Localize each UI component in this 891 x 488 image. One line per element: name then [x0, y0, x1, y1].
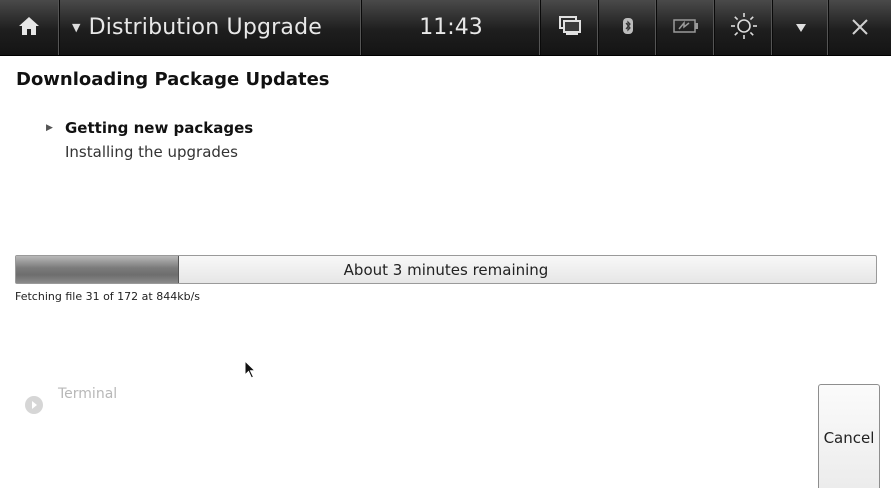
terminal-label: Terminal — [58, 386, 118, 402]
mouse-pointer-icon — [244, 359, 258, 384]
bluetooth-indicator[interactable] — [599, 0, 658, 55]
clock-time: 11:43 — [419, 15, 483, 40]
dropdown-icon — [795, 18, 807, 37]
step-item: ▶ Getting new packages — [46, 116, 253, 140]
clock[interactable]: 11:43 — [362, 0, 542, 55]
brightness-icon — [729, 11, 759, 45]
menu-caret-icon: ▼ — [71, 21, 81, 34]
step-label: Installing the upgrades — [65, 143, 238, 161]
page-title: Downloading Package Updates — [16, 69, 330, 90]
progress-bar: About 3 minutes remaining — [15, 255, 877, 284]
system-menu-button[interactable] — [773, 0, 830, 55]
cancel-button[interactable]: Cancel — [818, 384, 880, 488]
battery-icon — [673, 18, 699, 38]
bluetooth-icon — [622, 17, 634, 39]
window-title-menu[interactable]: ▼ Distribution Upgrade — [60, 0, 362, 55]
top-panel: ▼ Distribution Upgrade 11:43 — [0, 0, 891, 56]
home-icon — [18, 16, 40, 40]
progress-text: About 3 minutes remaining — [343, 260, 549, 279]
step-label: Getting new packages — [65, 119, 254, 137]
network-icon — [557, 15, 583, 41]
expander-icon — [24, 395, 44, 415]
cancel-label: Cancel — [823, 428, 875, 447]
brightness-indicator[interactable] — [715, 0, 774, 55]
download-status: Fetching file 31 of 172 at 844kb/s — [15, 290, 201, 303]
upgrade-steps: ▶ Getting new packages Installing the up… — [46, 116, 253, 164]
battery-indicator[interactable] — [657, 0, 716, 55]
network-indicator[interactable] — [541, 0, 600, 55]
current-step-arrow-icon: ▶ — [46, 123, 53, 133]
step-item: Installing the upgrades — [46, 140, 253, 164]
close-icon — [851, 14, 869, 42]
close-button[interactable] — [829, 0, 891, 55]
terminal-expander[interactable]: Terminal — [24, 386, 117, 415]
home-button[interactable] — [0, 0, 60, 55]
window-title: Distribution Upgrade — [88, 15, 323, 40]
